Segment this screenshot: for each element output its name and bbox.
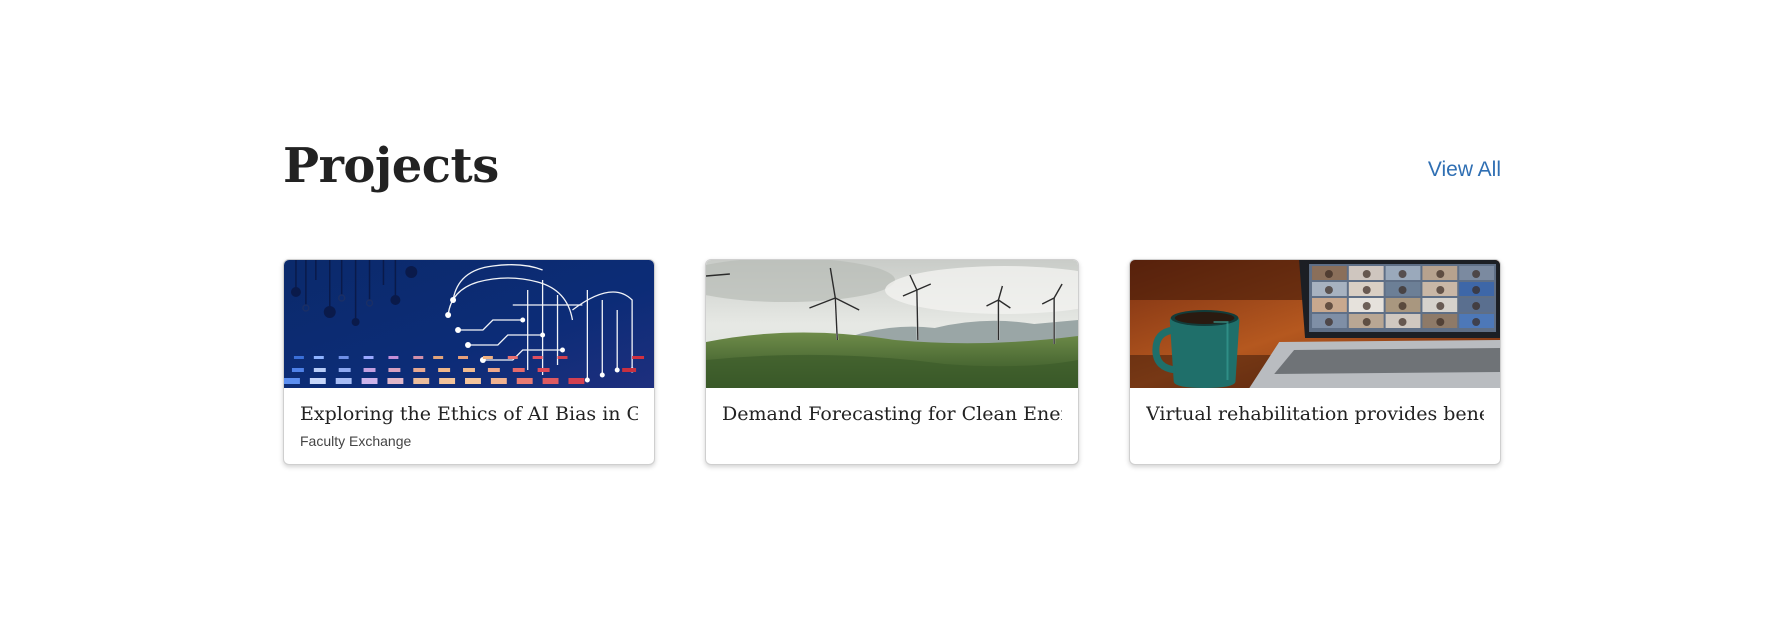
project-card[interactable]: Demand Forecasting for Clean Energ... [705, 259, 1079, 465]
view-all-link[interactable]: View All [1428, 158, 1501, 182]
card-body: Virtual rehabilitation provides bene... [1130, 388, 1500, 427]
card-title[interactable]: Exploring the Ethics of AI Bias in Gl... [300, 401, 638, 427]
ai-circuit-brain-image [284, 260, 654, 388]
projects-section: Projects View All Exploring the Ethics o… [283, 120, 1501, 465]
section-title: Projects [283, 138, 499, 194]
wind-turbines-landscape-image [706, 260, 1078, 388]
card-body: Exploring the Ethics of AI Bias in Gl...… [284, 388, 654, 449]
project-card[interactable]: Virtual rehabilitation provides bene... [1129, 259, 1501, 465]
card-title[interactable]: Virtual rehabilitation provides bene... [1146, 401, 1484, 427]
card-title[interactable]: Demand Forecasting for Clean Energ... [722, 401, 1062, 427]
video-call-laptop-mug-image [1130, 260, 1500, 388]
card-body: Demand Forecasting for Clean Energ... [706, 388, 1078, 427]
project-card[interactable]: Exploring the Ethics of AI Bias in Gl...… [283, 259, 655, 465]
card-subtitle: Faculty Exchange [300, 433, 412, 449]
section-header: Projects View All [283, 120, 1501, 220]
project-cards: Exploring the Ethics of AI Bias in Gl...… [283, 259, 1501, 465]
